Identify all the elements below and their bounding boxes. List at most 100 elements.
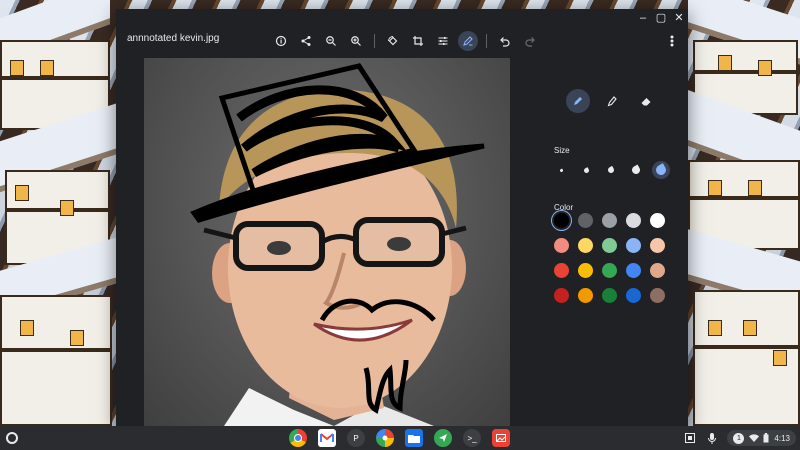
annotate-icon (463, 36, 473, 46)
file-name: annnotated kevin.jpg (127, 33, 220, 44)
color-swatch-1[interactable] (554, 213, 569, 228)
share-icon (301, 36, 311, 46)
gallery-app[interactable] (492, 429, 510, 447)
redo-icon (525, 37, 535, 47)
size-option-3[interactable] (602, 161, 620, 179)
status-tray: 1 4:13 (683, 429, 796, 447)
minimize-button[interactable]: – (634, 9, 652, 27)
p-app-label: P (353, 433, 359, 443)
zoom-out-icon (326, 36, 336, 46)
adjust-button[interactable] (433, 31, 453, 51)
zoom-in-button[interactable] (346, 31, 366, 51)
color-swatch-11[interactable] (554, 263, 569, 278)
wallpaper-left (0, 0, 116, 426)
color-swatch-10[interactable] (650, 238, 665, 253)
maximize-button[interactable]: ▢ (652, 9, 670, 27)
rotate-icon (388, 36, 398, 46)
size-selector (552, 161, 677, 179)
crop-icon (413, 36, 423, 46)
toolbar-separator (486, 34, 487, 48)
color-palette (554, 213, 665, 303)
toolbar (271, 31, 545, 51)
redo-button[interactable] (520, 31, 540, 51)
color-swatch-9[interactable] (626, 238, 641, 253)
color-swatch-19[interactable] (626, 288, 641, 303)
eraser-icon (641, 98, 651, 106)
image-canvas[interactable] (144, 58, 510, 426)
pen-icon (574, 97, 582, 105)
zoom-in-icon (351, 36, 361, 46)
rotate-button[interactable] (383, 31, 403, 51)
terminal-app[interactable]: >_ (463, 429, 481, 447)
screen-capture-button[interactable] (683, 431, 697, 445)
color-swatch-6[interactable] (554, 238, 569, 253)
quick-settings-button[interactable]: 1 4:13 (727, 430, 796, 446)
microphone-icon (708, 432, 717, 444)
color-swatch-18[interactable] (602, 288, 617, 303)
files-app[interactable] (405, 429, 423, 447)
gmail-icon (320, 433, 334, 442)
p-app[interactable]: P (347, 429, 365, 447)
screen-capture-icon (685, 433, 696, 443)
color-swatch-7[interactable] (578, 238, 593, 253)
pinned-apps: P >_ (289, 429, 521, 447)
chrome-app[interactable] (289, 429, 307, 447)
color-swatch-8[interactable] (602, 238, 617, 253)
color-swatch-2[interactable] (578, 213, 593, 228)
wallpaper-right (688, 0, 800, 426)
notification-badge: 1 (733, 432, 745, 444)
clock: 4:13 (774, 433, 790, 443)
color-swatch-20[interactable] (650, 288, 665, 303)
chrome-icon (294, 434, 302, 442)
info-button[interactable] (271, 31, 291, 51)
more-options-button[interactable] (662, 31, 682, 51)
color-swatch-4[interactable] (626, 213, 641, 228)
photos-app[interactable] (376, 429, 394, 447)
messages-app[interactable] (434, 429, 452, 447)
pen-mode-button[interactable] (566, 89, 590, 113)
color-swatch-3[interactable] (602, 213, 617, 228)
eraser-mode-button[interactable] (634, 89, 658, 113)
size-option-5[interactable] (652, 161, 670, 179)
wifi-icon (749, 434, 760, 442)
highlighter-icon (607, 96, 617, 107)
color-swatch-12[interactable] (578, 263, 593, 278)
color-label: Color (554, 203, 574, 212)
annotated-photo (190, 63, 485, 426)
size-option-4[interactable] (627, 161, 645, 179)
color-swatch-17[interactable] (578, 288, 593, 303)
crop-button[interactable] (408, 31, 428, 51)
microphone-button[interactable] (705, 431, 719, 445)
size-option-1[interactable] (552, 161, 570, 179)
mode-row (566, 89, 668, 113)
highlighter-mode-button[interactable] (600, 89, 624, 113)
annotate-button[interactable] (458, 31, 478, 51)
color-swatch-13[interactable] (602, 263, 617, 278)
size-label: Size (554, 146, 570, 155)
close-button[interactable]: ✕ (670, 9, 688, 27)
color-swatch-5[interactable] (650, 213, 665, 228)
battery-icon (763, 433, 769, 443)
send-icon (439, 434, 447, 442)
info-icon (275, 35, 287, 47)
share-button[interactable] (296, 31, 316, 51)
undo-icon (500, 37, 510, 47)
color-swatch-14[interactable] (626, 263, 641, 278)
adjust-icon (438, 37, 448, 45)
launcher-button[interactable] (6, 432, 18, 444)
color-swatch-15[interactable] (650, 263, 665, 278)
more-vert-icon (670, 35, 674, 47)
color-swatch-16[interactable] (554, 288, 569, 303)
terminal-label: >_ (467, 433, 477, 443)
size-option-2[interactable] (577, 161, 595, 179)
folder-icon (408, 435, 420, 443)
undo-button[interactable] (495, 31, 515, 51)
shelf: P >_ 1 4:13 (0, 426, 800, 450)
photos-icon (382, 435, 388, 441)
toolbar-separator (374, 34, 375, 48)
gallery-icon (496, 434, 506, 442)
gmail-app[interactable] (318, 429, 336, 447)
gallery-window: – ▢ ✕ annnotated kevin.jpg Size Color (116, 9, 688, 426)
zoom-out-button[interactable] (321, 31, 341, 51)
caption-buttons: – ▢ ✕ (634, 9, 688, 27)
